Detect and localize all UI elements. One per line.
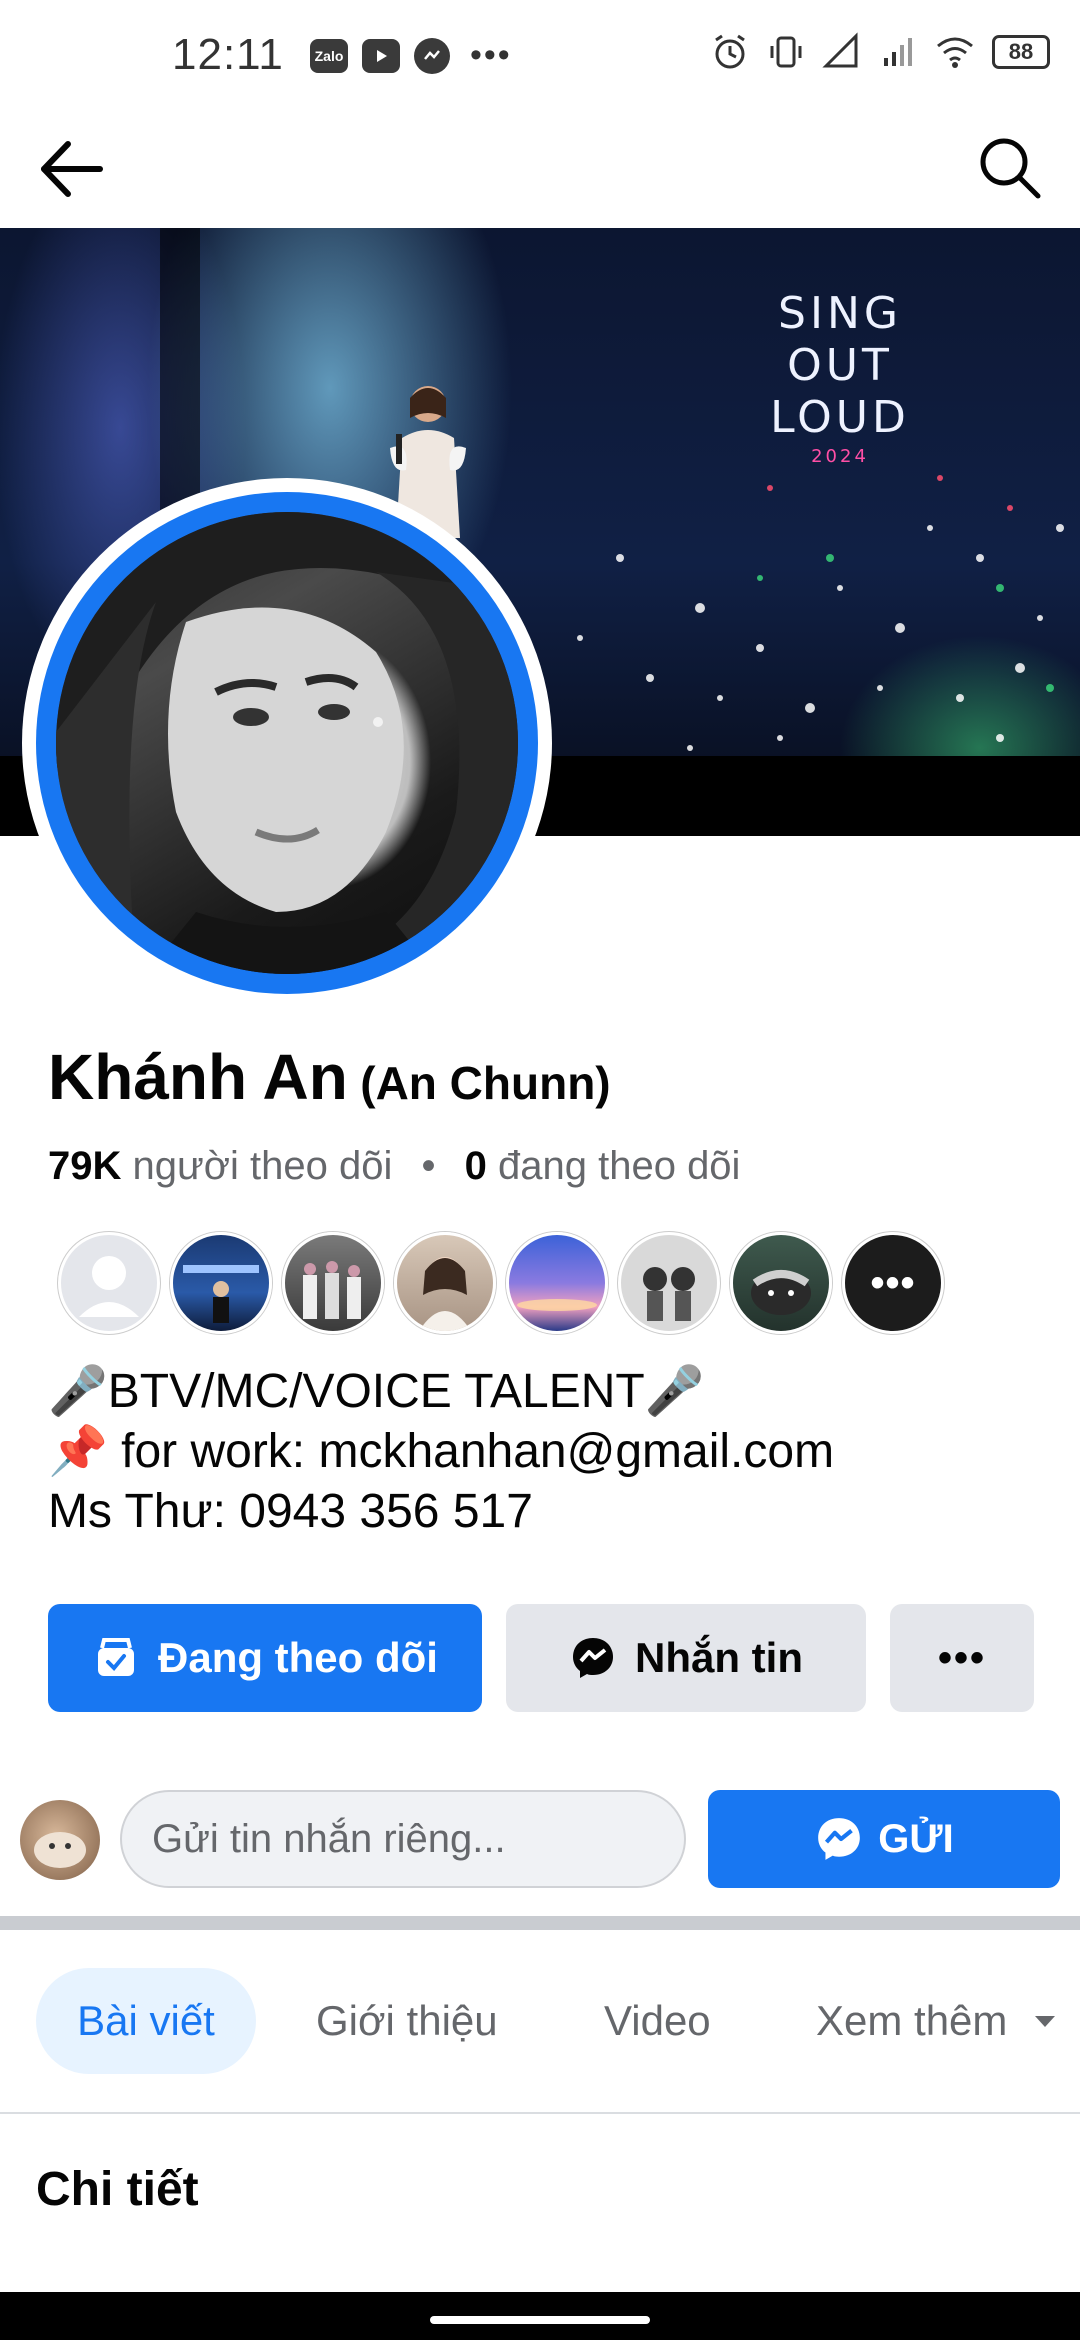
follower-photo: [183, 1265, 259, 1323]
messenger-icon: [414, 37, 450, 74]
tab-video[interactable]: Video: [604, 1968, 711, 2074]
message-button[interactable]: Nhắn tin: [506, 1604, 866, 1712]
cover-text-line: LOUD: [770, 392, 910, 443]
back-button[interactable]: [34, 130, 112, 208]
signal-icon: [822, 32, 858, 68]
tab-see-more[interactable]: Xem thêm: [816, 1968, 1059, 2074]
status-time: 12:11: [172, 30, 284, 79]
follower-photo: [643, 1267, 695, 1321]
more-options-button[interactable]: •••: [890, 1604, 1034, 1712]
follower-avatar[interactable]: [394, 1232, 496, 1334]
details-heading: Chi tiết: [36, 2163, 199, 2216]
profile-portrait: [56, 512, 518, 974]
search-icon: [980, 138, 1041, 199]
follower-photo: [419, 1257, 471, 1331]
zalo-icon: Zalo: [310, 38, 348, 73]
wifi-icon: [937, 37, 973, 68]
profile-tabs: Bài viết Giới thiệu Video Xem thêm: [0, 1966, 1080, 2076]
message-button-label: Nhắn tin: [635, 1634, 803, 1681]
profile-name-alternate: (An Chunn): [360, 1057, 611, 1109]
home-gesture-handle[interactable]: [430, 2316, 650, 2324]
following-label[interactable]: đang theo dõi: [498, 1144, 740, 1188]
alarm-icon: [715, 34, 745, 69]
tabs-divider: [0, 2112, 1080, 2114]
bio-line: Ms Thư: 0943 356 517: [48, 1485, 533, 1538]
vibrate-icon: [770, 36, 802, 68]
following-icon: [98, 1638, 134, 1676]
system-navigation-bar: [0, 2292, 1080, 2340]
followers-count[interactable]: 79K: [48, 1144, 121, 1188]
followers-label[interactable]: người theo dõi: [133, 1144, 393, 1188]
follower-photo: [517, 1299, 597, 1311]
follower-avatars: •••: [58, 1232, 944, 1334]
system-icons: 88: [710, 32, 1050, 72]
messenger-icon: [573, 1638, 613, 1678]
tab-see-more-label: Xem thêm: [816, 1997, 1008, 2044]
section-divider: [0, 1916, 1080, 1930]
private-message-input[interactable]: [120, 1790, 686, 1888]
tab-posts[interactable]: Bài viết: [36, 1968, 256, 2074]
follower-avatar[interactable]: [506, 1232, 608, 1334]
top-navigation: [0, 110, 1080, 229]
battery-icon: 88: [992, 35, 1050, 69]
follower-photo: [751, 1270, 811, 1315]
my-avatar-photo: [34, 1832, 86, 1868]
profile-name: Khánh An (An Chunn): [48, 1040, 611, 1114]
cover-year: 2024: [811, 446, 869, 467]
my-avatar: [20, 1800, 100, 1880]
bio-line: 📌 for work: mckhanhan@gmail.com: [48, 1425, 835, 1478]
following-count[interactable]: 0: [465, 1144, 487, 1188]
caret-down-icon: [1035, 2016, 1056, 2027]
profile-name-main: Khánh An: [48, 1041, 348, 1113]
default-avatar-icon: [79, 1256, 139, 1317]
follower-avatar[interactable]: [618, 1232, 720, 1334]
notification-icons: Zalo •••: [310, 36, 512, 75]
cover-text-line: OUT: [787, 340, 893, 391]
follower-avatar[interactable]: [730, 1232, 832, 1334]
follower-photo: [303, 1261, 361, 1319]
profile-picture[interactable]: [56, 512, 518, 974]
following-button[interactable]: Đang theo dõi: [48, 1604, 482, 1712]
status-bar: 12:11 Zalo ••• 88: [0, 0, 1080, 110]
send-button-label: GỬI: [878, 1816, 954, 1861]
send-button[interactable]: GỬI: [708, 1790, 1060, 1888]
tab-about[interactable]: Giới thiệu: [316, 1968, 498, 2074]
signal-bars-icon: [884, 38, 912, 66]
back-arrow-icon: [41, 141, 103, 197]
follower-avatar[interactable]: [58, 1232, 160, 1334]
profile-bio: 🎤BTV/MC/VOICE TALENT🎤 📌 for work: mckhan…: [48, 1362, 834, 1542]
messenger-icon: [818, 1818, 861, 1860]
search-button[interactable]: [972, 130, 1050, 208]
cover-sign: SING OUT LOUD 2024: [770, 288, 910, 467]
bio-line: 🎤BTV/MC/VOICE TALENT🎤: [48, 1365, 705, 1418]
follower-avatar[interactable]: [170, 1232, 272, 1334]
following-button-label: Đang theo dõi: [158, 1634, 438, 1681]
more-notifications-icon: •••: [470, 36, 512, 74]
follow-stats: 79K người theo dõi • 0 đang theo dõi: [48, 1144, 740, 1189]
follower-avatar[interactable]: [282, 1232, 384, 1334]
cover-text-line: SING: [778, 288, 902, 339]
stats-separator: •: [421, 1144, 436, 1188]
youtube-icon: [362, 38, 400, 73]
more-followers-button[interactable]: •••: [842, 1232, 944, 1334]
